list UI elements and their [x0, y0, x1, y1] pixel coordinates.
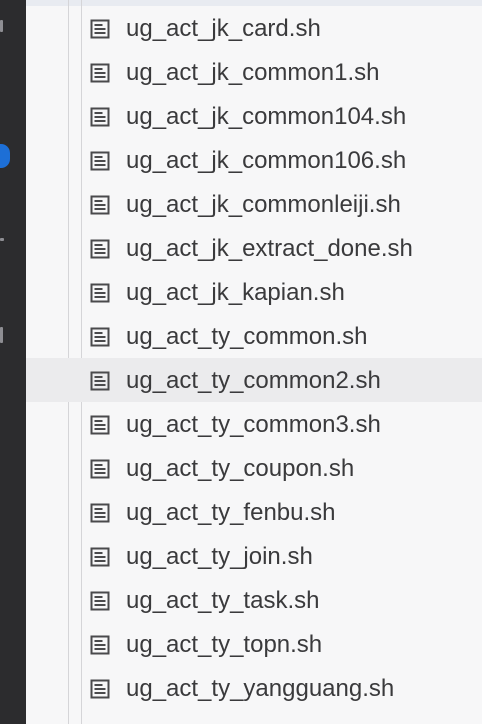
file-text-icon	[90, 459, 110, 479]
file-name: ug_act_jk_commonleiji.sh	[126, 191, 401, 218]
file-text-icon	[90, 415, 110, 435]
file-text-icon	[90, 635, 110, 655]
file-text-icon	[90, 591, 110, 611]
file-text-icon	[90, 547, 110, 567]
file-name: ug_act_jk_common106.sh	[126, 147, 407, 174]
file-row-ug-act-jk-extract-done[interactable]: ug_act_jk_extract_done.sh	[26, 226, 482, 270]
file-name: ug_act_ty_coupon.sh	[126, 455, 355, 482]
file-row-ug-act-ty-topn[interactable]: ug_act_ty_topn.sh	[26, 622, 482, 666]
file-row-ug-act-ty-join[interactable]: ug_act_ty_join.sh	[26, 534, 482, 578]
file-name: ug_act_ty_common.sh	[126, 323, 368, 350]
file-name: ug_act_ty_common2.sh	[126, 367, 381, 394]
file-row-ug-act-ty-common3[interactable]: ug_act_ty_common3.sh	[26, 402, 482, 446]
activity-bar-icon[interactable]	[0, 327, 3, 343]
file-text-icon	[90, 239, 110, 259]
file-name: ug_act_ty_join.sh	[126, 543, 313, 570]
file-name: ug_act_ty_task.sh	[126, 587, 320, 614]
file-row-ug-act-ty-yangguang[interactable]: ug_act_ty_yangguang.sh	[26, 666, 482, 710]
file-name: ug_act_jk_card.sh	[126, 15, 321, 42]
file-text-icon	[90, 503, 110, 523]
file-name: ug_act_jk_common104.sh	[126, 103, 407, 130]
file-row-ug-act-jk-kapian[interactable]: ug_act_jk_kapian.sh	[26, 270, 482, 314]
file-text-icon	[90, 195, 110, 215]
file-text-icon	[90, 283, 110, 303]
file-name: ug_act_jk_common1.sh	[126, 59, 380, 86]
file-text-icon	[90, 327, 110, 347]
file-name: ug_act_ty_topn.sh	[126, 631, 323, 658]
file-row-ug-act-jk-common106[interactable]: ug_act_jk_common106.sh	[26, 138, 482, 182]
file-text-icon	[90, 19, 110, 39]
file-list: ug_act_jk_card.sh ug_act_jk_common1.sh u…	[26, 6, 482, 710]
file-text-icon	[90, 371, 110, 391]
file-row-ug-act-ty-common[interactable]: ug_act_ty_common.sh	[26, 314, 482, 358]
file-name: ug_act_jk_extract_done.sh	[126, 235, 413, 262]
notification-badge[interactable]	[0, 144, 10, 168]
file-name: ug_act_jk_kapian.sh	[126, 279, 345, 306]
file-row-ug-act-ty-task[interactable]: ug_act_ty_task.sh	[26, 578, 482, 622]
file-name: ug_act_ty_yangguang.sh	[126, 675, 395, 702]
file-text-icon	[90, 107, 110, 127]
file-row-ug-act-ty-common2[interactable]: ug_act_ty_common2.sh	[26, 358, 482, 402]
file-text-icon	[90, 63, 110, 83]
file-row-ug-act-jk-card[interactable]: ug_act_jk_card.sh	[26, 6, 482, 50]
file-name: ug_act_ty_common3.sh	[126, 411, 381, 438]
file-row-ug-act-ty-fenbu[interactable]: ug_act_ty_fenbu.sh	[26, 490, 482, 534]
activity-bar-icon[interactable]	[0, 238, 4, 241]
file-text-icon	[90, 679, 110, 699]
file-explorer: ug_act_jk_card.sh ug_act_jk_common1.sh u…	[26, 0, 482, 724]
file-text-icon	[90, 151, 110, 171]
file-row-ug-act-jk-common104[interactable]: ug_act_jk_common104.sh	[26, 94, 482, 138]
file-row-ug-act-ty-coupon[interactable]: ug_act_ty_coupon.sh	[26, 446, 482, 490]
activity-bar-icon[interactable]	[0, 20, 3, 32]
file-row-ug-act-jk-common1[interactable]: ug_act_jk_common1.sh	[26, 50, 482, 94]
activity-bar	[0, 0, 26, 724]
file-row-ug-act-jk-commonleiji[interactable]: ug_act_jk_commonleiji.sh	[26, 182, 482, 226]
file-name: ug_act_ty_fenbu.sh	[126, 499, 336, 526]
